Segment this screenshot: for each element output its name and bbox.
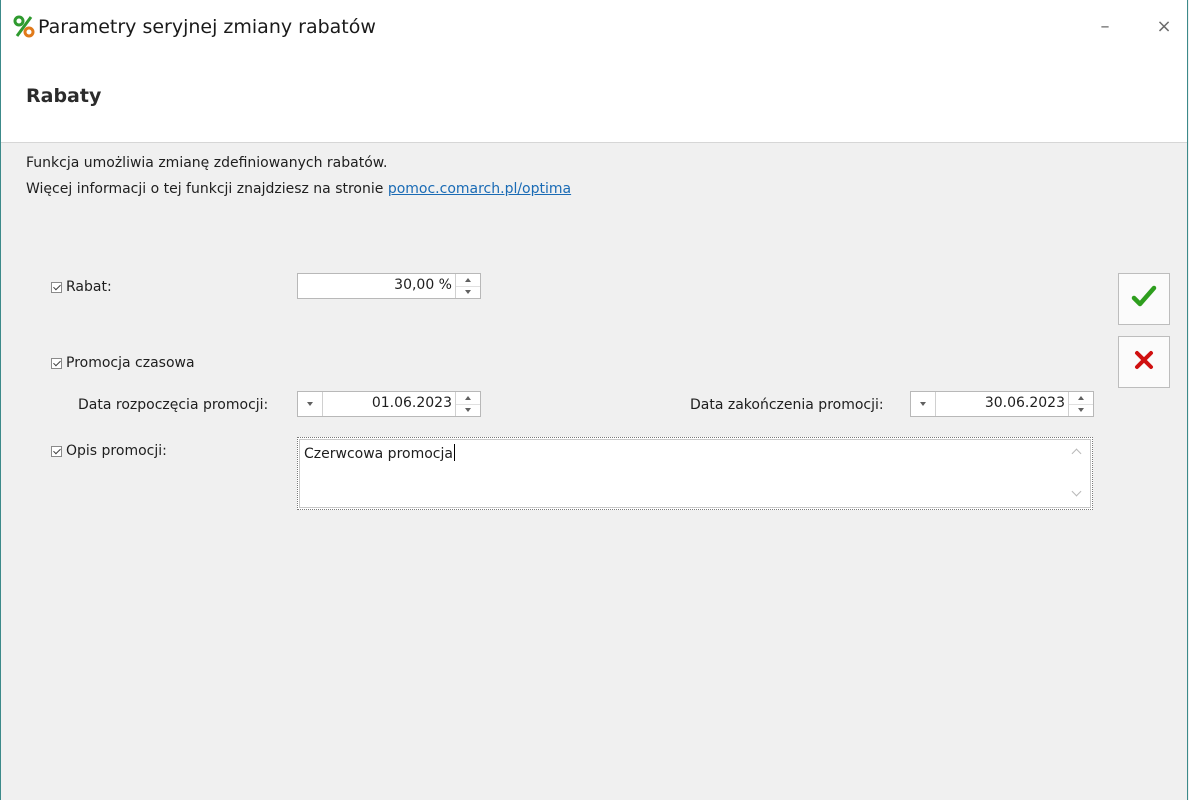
- opis-checkbox[interactable]: Opis promocji:: [51, 443, 167, 459]
- textarea-frame: Czerwcowa promocja: [299, 439, 1091, 508]
- scroll-down-chevron-icon[interactable]: [1071, 486, 1082, 497]
- start-date-value: 01.06.2023: [371, 395, 452, 411]
- end-date-input[interactable]: 30.06.2023: [910, 391, 1094, 417]
- title-bar: Parametry seryjnej zmiany rabatów – ×: [1, 0, 1187, 52]
- red-x-icon: [1133, 349, 1155, 375]
- opis-value: Czerwcowa promocja: [304, 444, 455, 462]
- header-panel: Rabaty: [1, 52, 1187, 143]
- rabat-label: Rabat:: [66, 279, 112, 295]
- start-date-input[interactable]: 01.06.2023: [297, 391, 481, 417]
- dialog-window: Parametry seryjnej zmiany rabatów – × Ra…: [0, 0, 1188, 800]
- ok-button[interactable]: [1118, 273, 1170, 325]
- cancel-button[interactable]: [1118, 336, 1170, 388]
- end-date-value: 30.06.2023: [984, 395, 1065, 411]
- window-title: Parametry seryjnej zmiany rabatów: [38, 16, 376, 38]
- opis-label: Opis promocji:: [66, 443, 167, 459]
- rabat-value: 30,00 %: [394, 277, 452, 293]
- end-date-label: Data zakończenia promocji:: [690, 397, 884, 413]
- section-title: Rabaty: [26, 85, 102, 107]
- start-dropdown-arrow-icon[interactable]: [298, 392, 323, 416]
- end-date-spinner[interactable]: [1068, 392, 1093, 416]
- end-dropdown-arrow-icon[interactable]: [911, 392, 936, 416]
- percent-app-icon: [13, 13, 35, 39]
- spin-down-arrow-icon[interactable]: [456, 404, 480, 416]
- text-caret: [453, 444, 455, 461]
- opis-textarea[interactable]: Czerwcowa promocja: [297, 437, 1093, 510]
- spin-down-arrow-icon[interactable]: [1069, 404, 1093, 416]
- info-link-line: Więcej informacji o tej funkcji znajdzie…: [26, 181, 571, 197]
- info-text: Funkcja umożliwia zmianę zdefiniowanych …: [26, 155, 388, 171]
- info-link-prefix: Więcej informacji o tej funkcji znajdzie…: [26, 181, 388, 197]
- close-button[interactable]: ×: [1149, 12, 1179, 42]
- minimize-button[interactable]: –: [1090, 12, 1120, 42]
- spin-down-arrow-icon[interactable]: [456, 286, 480, 298]
- checkbox-checked-icon: [51, 357, 62, 369]
- scroll-up-chevron-icon[interactable]: [1071, 448, 1082, 459]
- green-checkmark-icon: [1131, 285, 1157, 313]
- rabat-input[interactable]: 30,00 %: [297, 273, 481, 299]
- checkbox-checked-icon: [51, 445, 62, 457]
- checkbox-checked-icon: [51, 281, 62, 293]
- rabat-checkbox[interactable]: Rabat:: [51, 279, 112, 295]
- promocja-checkbox[interactable]: Promocja czasowa: [51, 355, 195, 371]
- start-date-spinner[interactable]: [455, 392, 480, 416]
- promocja-label: Promocja czasowa: [66, 355, 195, 371]
- opis-text: Czerwcowa promocja: [304, 446, 453, 462]
- start-date-label: Data rozpoczęcia promocji:: [78, 397, 269, 413]
- help-link[interactable]: pomoc.comarch.pl/optima: [388, 181, 571, 197]
- rabat-spinner[interactable]: [455, 274, 480, 298]
